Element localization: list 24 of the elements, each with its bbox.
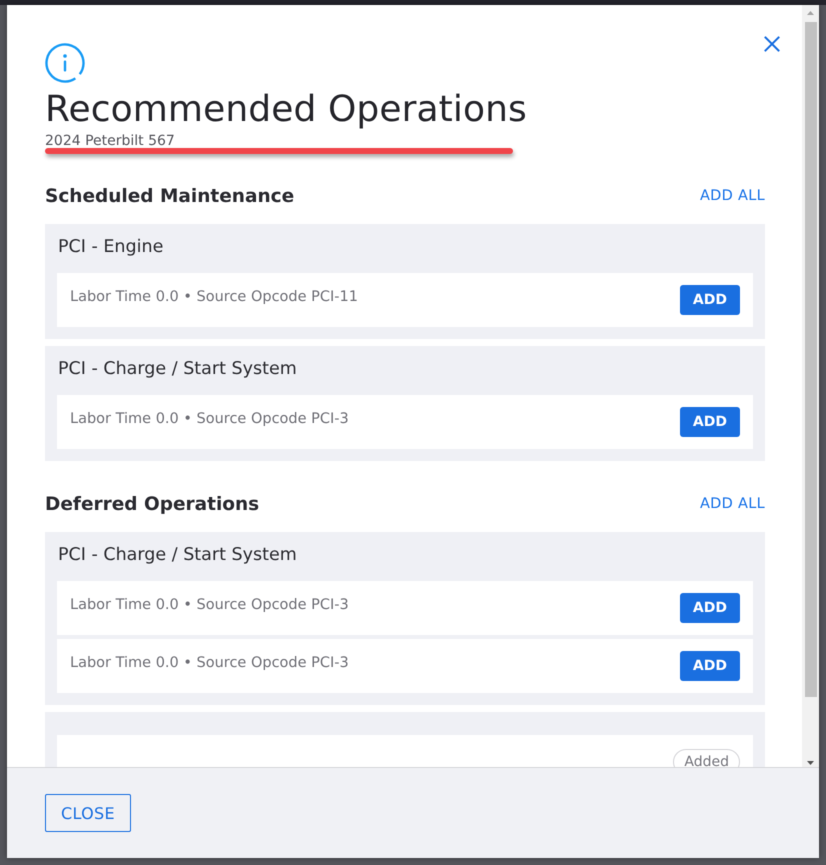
scrollbar-thumb[interactable] (804, 22, 816, 697)
scroll-down-arrow-icon[interactable] (807, 761, 814, 765)
group-title: PCI - Charge / Start System (57, 544, 298, 566)
vehicle-subtitle: 2024 Peterbilt 567 (45, 132, 176, 150)
close-dialog-button[interactable]: CLOSE (45, 794, 131, 832)
group-title: PCI - Engine (57, 236, 164, 258)
scroll-up-arrow-icon[interactable] (807, 11, 814, 15)
operation-detail: Labor Time 0.0 • Source Opcode PCI-11 (70, 288, 358, 306)
add-all-button[interactable]: ADD ALL (700, 496, 765, 512)
close-icon (764, 36, 780, 52)
add-all-button[interactable]: ADD ALL (700, 188, 765, 204)
operation-detail: Labor Time 0.0 • Source Opcode PCI-3 (70, 410, 349, 428)
operation-detail: Labor Time 0.0 • Source Opcode PCI-3 (70, 596, 349, 614)
section-heading: Deferred Operations (45, 494, 260, 514)
scrollbar-track[interactable] (802, 5, 819, 767)
section-heading: Scheduled Maintenance (45, 186, 294, 206)
group-title: PCI - Charge / Start System (57, 358, 298, 380)
info-icon (45, 43, 85, 83)
add-button[interactable]: ADD (680, 593, 740, 623)
dialog-title: Recommended Operations (45, 90, 528, 130)
add-button[interactable]: ADD (680, 285, 740, 315)
add-button[interactable]: ADD (680, 651, 740, 681)
operation-detail: Labor Time 0.0 • Source Opcode PCI-3 (70, 654, 349, 672)
add-button[interactable]: ADD (680, 407, 740, 437)
